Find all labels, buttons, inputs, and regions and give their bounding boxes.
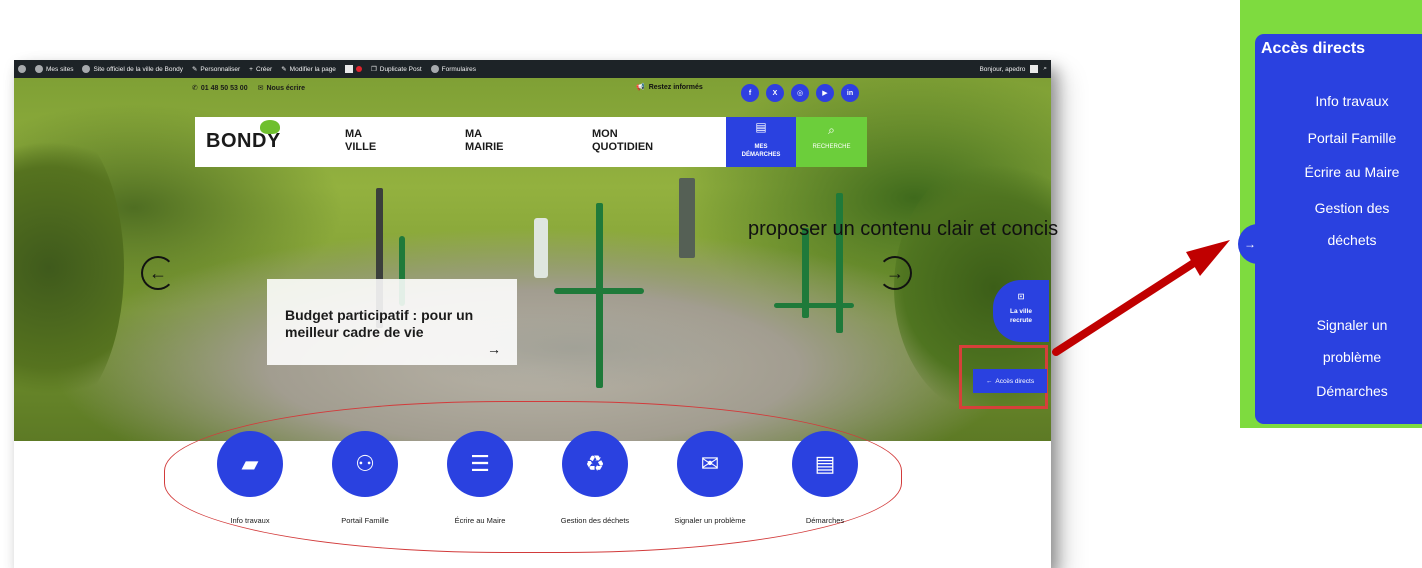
instagram-icon[interactable]: ◎ [791, 84, 809, 102]
slider-prev-button[interactable]: ← [141, 256, 175, 290]
briefcase-icon: ⊡ [1017, 292, 1025, 301]
nav-ma-ville[interactable]: MA VILLE [345, 128, 415, 154]
seo-icon [344, 65, 353, 73]
search-icon: ⌕ [828, 123, 835, 137]
nav-mon-quotidien[interactable]: MON QUOTIDIEN [592, 128, 682, 154]
panel-link-portail-famille[interactable]: Portail Famille [1272, 127, 1422, 149]
acces-directs-button[interactable]: ← Accès directs [973, 369, 1047, 393]
tile-ecrire-au-maire[interactable]: ☰ Écrire au Maire [425, 431, 535, 525]
search-button[interactable]: ⌕ RECHERCHE [796, 117, 867, 167]
home-icon [82, 65, 91, 73]
equipment-bar [554, 288, 644, 294]
tile-signaler-probleme[interactable]: ✉ Signaler un problème [655, 431, 765, 525]
la-ville-recrute-button[interactable]: ⊡ La ville recrute [993, 280, 1049, 342]
slide-caption-card[interactable]: Budget participatif : pour un meilleur c… [267, 279, 517, 365]
megaphone-icon: 📢 [636, 84, 645, 91]
canvas: Mes sites Site officiel de la ville de B… [0, 0, 1422, 568]
youtube-icon[interactable]: ▶ [816, 84, 834, 102]
tile-gestion-dechets[interactable]: ♻ Gestion des déchets [540, 431, 650, 525]
sites-icon [35, 65, 43, 73]
document-icon: ▤ [792, 431, 858, 497]
annotation-text: proposer un contenu clair et concis [748, 218, 1059, 240]
copy-icon: ❐ [370, 66, 377, 73]
arrow-right-icon: → [487, 341, 501, 357]
create-link[interactable]: + Créer [249, 66, 272, 73]
panel-link-demarches[interactable]: Démarches [1272, 380, 1422, 402]
wordpress-logo-icon[interactable] [18, 65, 26, 73]
site-name-link[interactable]: Site officiel de la ville de Bondy [82, 65, 183, 73]
leaf-icon [260, 120, 280, 134]
bondy-logo[interactable]: BONDY [206, 120, 281, 153]
tree-left [14, 118, 124, 418]
pencil-icon: ✎ [281, 66, 287, 73]
panel-title: Accès directs [1261, 40, 1366, 57]
speech-icon: ✉ [677, 431, 743, 497]
status-dot-icon [355, 66, 362, 72]
family-icon: ⚇ [332, 431, 398, 497]
main-nav: BONDY MA VILLE MA MAIRIE MON QUOTIDIEN ▤ ME… [195, 117, 867, 167]
brush-icon: ✎ [191, 66, 198, 73]
equipment-post [596, 203, 603, 388]
avatar[interactable] [1030, 65, 1039, 73]
plus-icon: + [249, 65, 253, 73]
bike-machine [534, 218, 548, 278]
forms-icon [430, 65, 439, 73]
panel-link-ecrire-au-maire[interactable]: Écrire au Maire [1272, 161, 1422, 183]
zoomed-acces-directs-panel: Accès directs Info travaux Portail Famil… [1240, 0, 1422, 428]
panel-link-signaler-probleme[interactable]: Signaler un problème [1297, 314, 1407, 368]
linkedin-icon[interactable]: in [841, 84, 859, 102]
document-icon: ▤ [755, 120, 767, 134]
seo-status[interactable] [344, 65, 362, 73]
person [679, 178, 695, 258]
phone-icon: ✆ [192, 85, 198, 92]
equipment-bar [774, 303, 854, 308]
slide-title: Budget participatif : pour un meilleur c… [285, 307, 474, 340]
mes-demarches-button[interactable]: ▤ MES DÉMARCHES [726, 117, 796, 167]
panel-link-info-travaux[interactable]: Info travaux [1272, 90, 1422, 112]
mail-icon: ✉ [257, 85, 264, 92]
facebook-icon[interactable]: f [741, 84, 759, 102]
arrow-left-icon: ← [985, 377, 993, 385]
customize-link[interactable]: ✎ Personnaliser [191, 65, 240, 74]
nav-ma-mairie[interactable]: MA MAIRIE [465, 128, 535, 154]
equipment-post [836, 193, 843, 333]
people-screen-icon: ☰ [447, 431, 513, 497]
recycle-tree-icon: ♻ [562, 431, 628, 497]
website-screenshot: Mes sites Site officiel de la ville de B… [14, 60, 1051, 568]
barrier-icon: ▰ [217, 431, 283, 497]
tile-portail-famille[interactable]: ⚇ Portail Famille [310, 431, 420, 525]
stay-informed: 📢 Restez informés [636, 83, 703, 92]
greeting-link[interactable]: Bonjour, apedro [979, 66, 1025, 73]
search-icon[interactable]: ⌕ [1043, 65, 1047, 73]
my-sites-link[interactable]: Mes sites [35, 65, 73, 73]
hero-slider: ✆ 01 48 50 53 00 ✉ Nous écrire 📢 Restez inf… [14, 78, 1051, 441]
tile-demarches[interactable]: ▤ Démarches [770, 431, 880, 525]
tile-info-travaux[interactable]: ▰ Info travaux [195, 431, 305, 525]
duplicate-post-link[interactable]: ❐ Duplicate Post [370, 65, 422, 74]
wp-admin-bar: Mes sites Site officiel de la ville de B… [14, 60, 1051, 78]
x-icon[interactable]: X [766, 84, 784, 102]
forms-link[interactable]: Formulaires [430, 65, 476, 73]
slider-next-button[interactable]: → [878, 256, 912, 290]
contact-link[interactable]: ✉ Nous écrire [257, 84, 305, 93]
edit-page-link[interactable]: ✎ Modifier la page [281, 65, 336, 74]
quick-access-tiles: ▰ Info travaux ⚇ Portail Famille ☰ Écrir… [14, 401, 1051, 568]
phone-link[interactable]: ✆ 01 48 50 53 00 [192, 84, 248, 93]
